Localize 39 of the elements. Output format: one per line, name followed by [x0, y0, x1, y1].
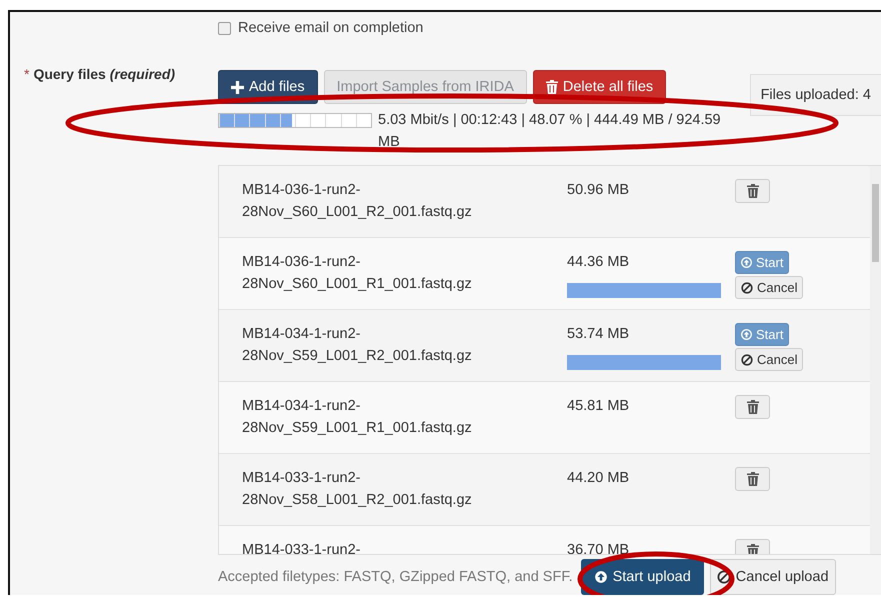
checkbox-label: Receive email on completion [238, 20, 424, 36]
file-name: MB14-034-1-run2-28Nov_S59_L001_R2_001.fastq.gz [241, 325, 473, 366]
file-size: 53.74 MB [567, 325, 630, 344]
cancel-icon [741, 354, 753, 366]
cancel-icon [716, 570, 731, 584]
cancel-button[interactable]: Cancel [735, 348, 804, 371]
file-name: MB14-034-1-run2-28Nov_S59_L001_R1_001.fastq.gz [241, 397, 473, 438]
cancel-button[interactable]: Cancel [735, 276, 804, 299]
progress-stats: 5.03 Mbit/s | 00:12:43 | 48.07 % | 444.49 MB / 924.59 MB [378, 111, 722, 152]
upload-icon [741, 257, 752, 268]
trash-icon [546, 80, 558, 94]
trash-icon [746, 400, 758, 414]
file-size: 36.70 MB [567, 541, 630, 554]
trash-icon [746, 472, 758, 486]
file-name: MB14-033-1-run2- [241, 541, 362, 554]
accepted-filetypes-text: Accepted filetypes: FASTQ, GZipped FASTQ, and SFF. [218, 569, 573, 585]
field-label: Query files (required) [33, 66, 176, 82]
file-name: MB14-036-1-run2-28Nov_S60_L001_R1_001.fastq.gz [241, 253, 473, 294]
file-name: MB14-033-1-run2-28Nov_S58_L001_R2_001.fastq.gz [241, 469, 473, 510]
file-size: 45.81 MB [567, 397, 630, 416]
upload-icon [594, 570, 608, 584]
scrollbar[interactable] [870, 166, 881, 554]
start-upload-button[interactable]: Start upload [580, 559, 704, 595]
required-mark: * [24, 66, 30, 82]
cancel-upload-button[interactable]: Cancel upload [710, 559, 836, 595]
cancel-icon [741, 282, 753, 294]
file-size: 44.36 MB [567, 253, 630, 272]
delete-file-button[interactable] [735, 395, 770, 419]
checkbox[interactable] [218, 22, 231, 34]
plus-icon [231, 80, 244, 94]
trash-icon [746, 544, 758, 554]
upload-icon [741, 329, 752, 340]
files-uploaded-badge: Files uploaded: 4 [750, 74, 881, 116]
file-size: 44.20 MB [567, 469, 630, 488]
file-size: 50.96 MB [567, 181, 630, 200]
delete-file-button[interactable] [735, 179, 770, 203]
trash-icon [746, 184, 758, 198]
file-name: MB14-036-1-run2-28Nov_S60_L001_R2_001.fastq.gz [241, 181, 473, 222]
delete-file-button[interactable] [735, 467, 770, 491]
